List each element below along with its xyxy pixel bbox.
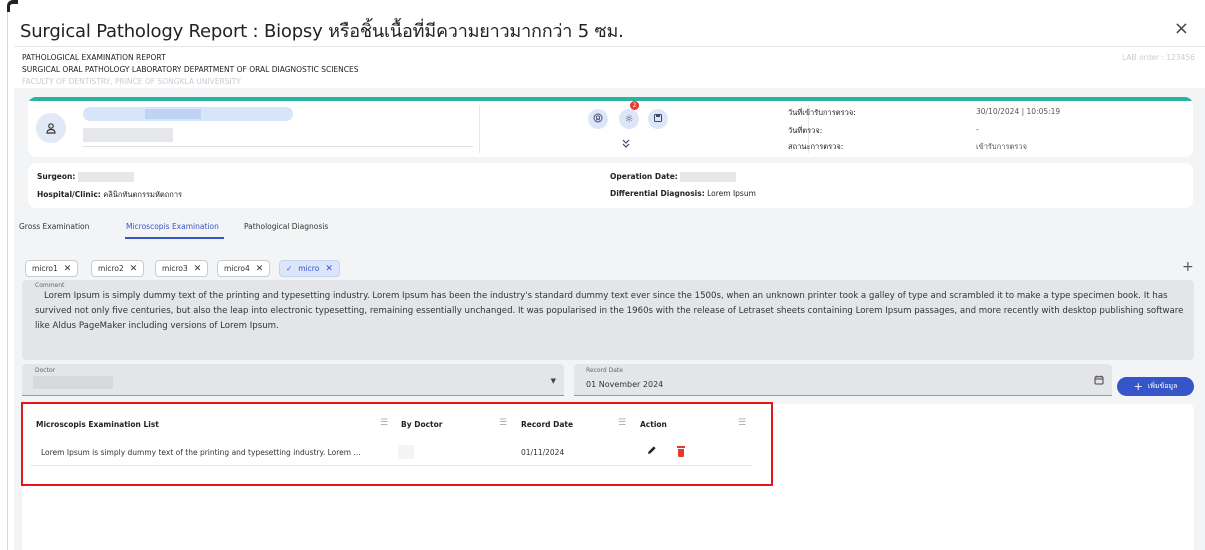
surgeon-row: Surgeon: xyxy=(37,172,134,182)
record-date-label: Record Date xyxy=(586,367,623,374)
patient-id-redacted xyxy=(83,128,173,142)
close-icon[interactable]: ✕ xyxy=(130,264,138,274)
exam-status-label: สถานะการตรวจ: xyxy=(788,142,844,151)
report-header-line1: PATHOLOGICAL EXAMINATION REPORT xyxy=(22,53,166,62)
diff-dx-value: Lorem Ipsum xyxy=(707,189,756,198)
chip-label: micro3 xyxy=(162,264,188,273)
window-edge xyxy=(0,0,18,550)
tooth-button[interactable] xyxy=(588,109,608,129)
calendar-icon[interactable] xyxy=(1094,375,1104,388)
add-data-button[interactable]: + เพิ่มข้อมูล xyxy=(1117,377,1194,396)
chip-label: micro4 xyxy=(224,264,250,273)
save-button[interactable] xyxy=(648,109,668,129)
exam-status-value: เข้ารับการตรวจ xyxy=(976,142,1027,151)
diff-dx-row: Differential Diagnosis: Lorem Ipsum xyxy=(610,189,756,198)
chip-micro3[interactable]: micro3 ✕ xyxy=(155,260,209,277)
divider xyxy=(479,105,480,153)
chip-micro1[interactable]: micro1 ✕ xyxy=(25,260,79,277)
chip-label: micro xyxy=(298,264,320,273)
report-header-line2: SURGICAL ORAL PATHOLOGY LABORATORY DEPAR… xyxy=(22,65,359,74)
divider xyxy=(14,46,1205,47)
hospital-row: Hospital/Clinic: คลินิกทันตกรรมหัตถการ xyxy=(37,189,182,201)
comment-label: Comment xyxy=(35,282,65,289)
doctor-redacted xyxy=(33,376,113,389)
tab-microscopis-examination[interactable]: Microscopis Examination xyxy=(126,222,219,231)
surgeon-label: Surgeon: xyxy=(37,172,76,181)
notification-badge: 2 xyxy=(630,101,639,110)
highlight-frame xyxy=(21,402,773,486)
operation-date-row: Operation Date: xyxy=(610,172,737,182)
comment-text: Lorem Ipsum is simply dummy text of the … xyxy=(35,291,1184,331)
person-icon xyxy=(36,113,66,143)
operation-date-redacted xyxy=(680,172,737,182)
chip-micro4[interactable]: micro4 ✕ xyxy=(217,260,271,277)
add-chip-icon[interactable]: + xyxy=(1182,259,1194,275)
hospital-label: Hospital/Clinic: xyxy=(37,190,101,199)
active-tab-indicator xyxy=(125,237,224,239)
patient-card: 2 ☼ วันที่เข้ารับการตรวจ: 30/10/2024 | 1… xyxy=(28,97,1193,157)
close-icon[interactable]: ✕ xyxy=(325,264,333,274)
settings-button[interactable]: ☼ xyxy=(619,109,639,129)
chevron-down-icon: ▼ xyxy=(550,377,556,385)
status-bar xyxy=(28,97,1193,101)
close-icon[interactable]: × xyxy=(1174,18,1189,39)
patient-name-redacted xyxy=(83,107,293,121)
lab-order: LAB order : 123456 xyxy=(1122,53,1195,62)
exam-date-label: วันที่ตรวจ: xyxy=(788,126,823,135)
tab-gross-examination[interactable]: Gross Examination xyxy=(19,222,89,231)
report-header-line3: FACULTY OF DENTISTRY, PRINCE OF SONGKLA … xyxy=(22,77,241,86)
check-icon: ✓ xyxy=(286,264,293,273)
tooth-icon xyxy=(593,113,603,126)
close-icon[interactable]: ✕ xyxy=(64,264,72,274)
gear-icon: ☼ xyxy=(624,113,634,125)
diff-dx-label: Differential Diagnosis: xyxy=(610,189,705,198)
comment-field[interactable]: Comment Lorem Ipsum is simply dummy text… xyxy=(22,280,1194,360)
visit-date-value: 30/10/2024 | 10:05:19 xyxy=(976,107,1061,116)
hospital-value: คลินิกทันตกรรมหัตถการ xyxy=(103,190,183,199)
expand-icon[interactable] xyxy=(622,139,630,151)
dialog: Surgical Pathology Report : Biopsy หรือช… xyxy=(0,0,1205,550)
tab-pathological-diagnosis[interactable]: Pathological Diagnosis xyxy=(244,222,328,231)
close-icon[interactable]: ✕ xyxy=(256,264,264,274)
chip-label: micro2 xyxy=(98,264,124,273)
record-date-field[interactable]: Record Date 01 November 2024 xyxy=(574,364,1112,396)
record-date-value: 01 November 2024 xyxy=(586,380,664,389)
close-icon[interactable]: ✕ xyxy=(194,264,202,274)
plus-icon: + xyxy=(1133,380,1143,393)
doctor-label: Doctor xyxy=(35,367,56,374)
surgeon-redacted xyxy=(77,172,134,182)
doctor-select[interactable]: Doctor ▼ xyxy=(22,364,564,396)
divider xyxy=(83,146,473,147)
chip-label: micro1 xyxy=(32,264,58,273)
surgeon-card: Surgeon: Hospital/Clinic: คลินิกทันตกรรม… xyxy=(28,163,1193,208)
dialog-title: Surgical Pathology Report : Biopsy หรือช… xyxy=(20,21,624,42)
exam-date-value: - xyxy=(976,125,979,134)
add-data-label: เพิ่มข้อมูล xyxy=(1147,382,1178,390)
chip-micro2[interactable]: micro2 ✕ xyxy=(91,260,145,277)
chip-micro[interactable]: ✓ micro ✕ xyxy=(279,260,340,277)
operation-date-label: Operation Date: xyxy=(610,172,678,181)
tab-bar: Gross Examination Microscopis Examinatio… xyxy=(14,212,1205,240)
save-icon xyxy=(653,113,663,126)
visit-date-label: วันที่เข้ารับการตรวจ: xyxy=(788,108,856,117)
